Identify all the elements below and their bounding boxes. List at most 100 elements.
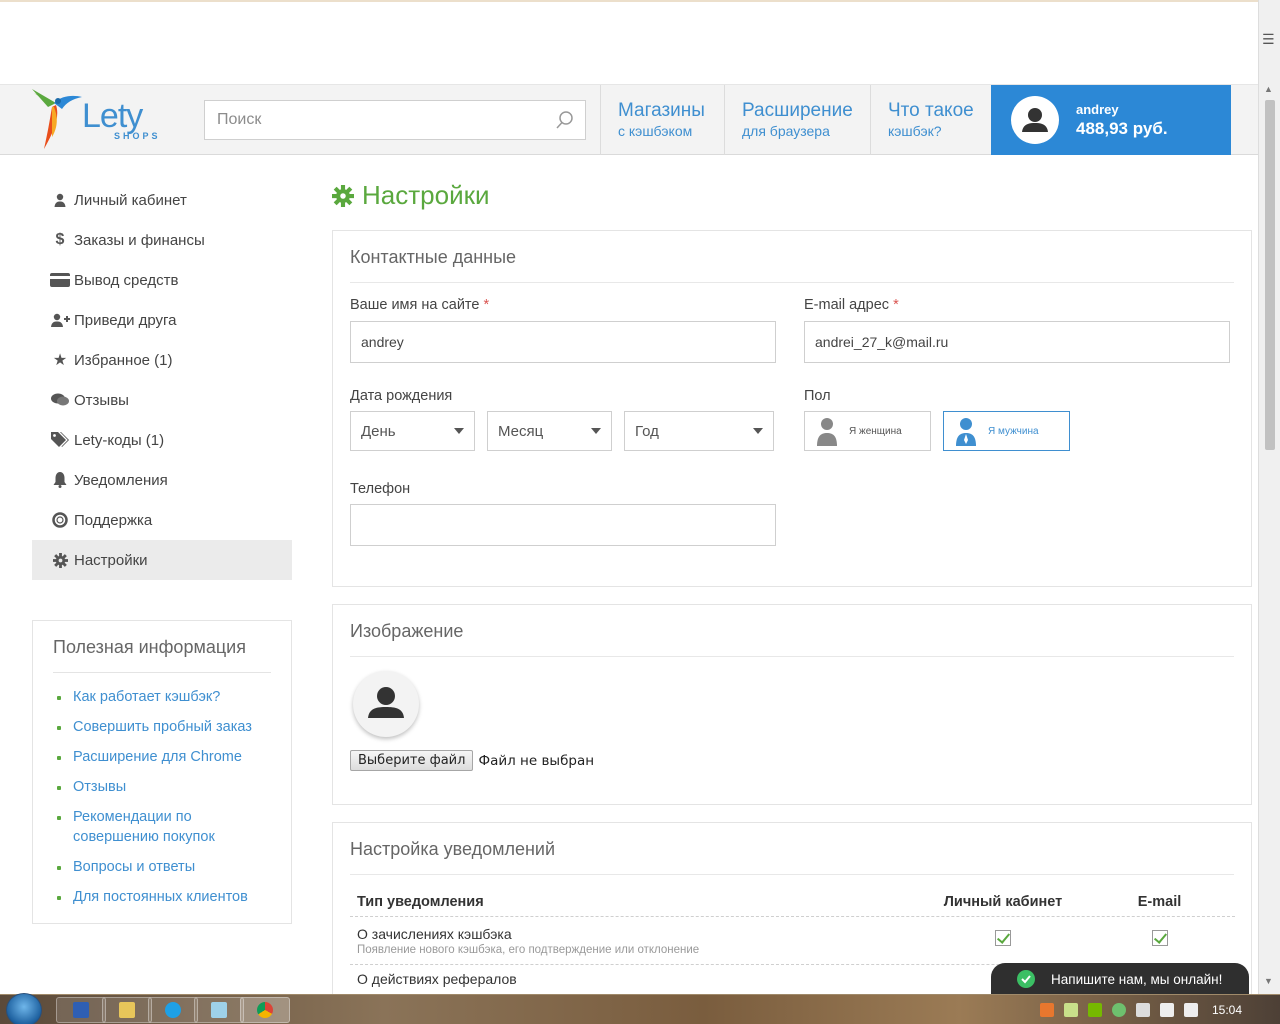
choose-file-button[interactable]: Выберите файл [350,750,474,771]
row-title: О действиях рефералов [357,971,517,987]
taskbar-app-notes[interactable] [194,997,244,1023]
user-balance: 488,93 руб. [1076,119,1168,138]
tray-icon[interactable] [1112,1003,1126,1017]
volume-icon[interactable] [1184,1003,1198,1017]
info-link[interactable]: Расширение для Chrome [53,747,271,767]
useful-info-box: Полезная информация Как работает кэшбэк?… [32,620,292,924]
day-select[interactable]: День [350,411,475,451]
info-link[interactable]: Как работает кэшбэк? [53,687,271,707]
phone-field[interactable] [350,504,776,546]
logo[interactable]: Lety SHOPS [30,87,160,153]
search-input[interactable] [205,101,535,139]
cabinet-checkbox[interactable] [995,930,1011,946]
start-button[interactable] [6,993,42,1024]
comments-icon [47,393,73,407]
taskbar-app-1[interactable] [56,997,106,1023]
nvidia-icon[interactable] [1088,1003,1102,1017]
info-link[interactable]: Отзывы [53,777,271,797]
avatar [353,671,419,737]
sidebar-item-invite[interactable]: Приведи друга [32,300,292,340]
add-user-icon [47,313,73,327]
taskbar-chrome[interactable] [240,997,290,1023]
logo-subtext: SHOPS [114,131,161,141]
star-icon: ★ [52,352,68,369]
info-link[interactable]: Рекомендации по совершению покупок [53,807,243,847]
sidebar-item-settings[interactable]: Настройки [32,540,292,580]
sidebar-menu: Личный кабинет $ Заказы и финансы Вывод … [32,180,292,580]
scroll-up-icon[interactable]: ▲ [1264,84,1273,94]
email-label: E-mail адрес * [804,297,899,313]
col-email: E-mail [1137,893,1182,910]
useful-info-title: Полезная информация [53,637,271,673]
windows-taskbar: 15:04 [0,993,1280,1024]
sidebar-item-favorites[interactable]: ★ Избранное (1) [32,340,292,380]
nav-what-is-cashback[interactable]: Что такое кэшбэк? [870,85,991,155]
col-type: Тип уведомления [357,893,484,910]
settings-gear-icon [332,184,354,207]
table-header: Тип уведомления Личный кабинет E-mail [350,887,1235,917]
nav-extension[interactable]: Расширение для браузера [724,85,870,155]
image-panel-title: Изображение [350,621,1234,657]
page-title-text: Настройки [362,180,490,210]
name-field[interactable]: andrey [350,321,776,363]
tray-icon[interactable] [1064,1003,1078,1017]
sidebar-item-notifications[interactable]: Уведомления [32,460,292,500]
name-label: Ваше имя на сайте * [350,297,490,313]
search-icon[interactable] [555,110,575,130]
chevron-down-icon [454,428,464,434]
sidebar-item-support[interactable]: Поддержка [32,500,292,540]
page-scrollbar[interactable]: ☰ ▲ ▼ [1258,0,1280,994]
useful-info-list: Как работает кэшбэк? Совершить пробный з… [53,687,271,907]
network-icon[interactable] [1160,1003,1174,1017]
nav-shops-title: Магазины [618,100,705,121]
sidebar-item-cabinet[interactable]: Личный кабинет [32,180,292,220]
col-cabinet: Личный кабинет [943,893,1063,910]
gear-icon [47,552,73,568]
info-link[interactable]: Вопросы и ответы [53,857,271,877]
notifications-panel-title: Настройка уведомлений [350,839,1234,875]
bell-icon [47,472,73,488]
contact-panel-title: Контактные данные [350,247,1234,283]
taskbar-explorer[interactable] [102,997,152,1023]
file-status: Файл не выбран [478,752,595,769]
sidebar-item-label: Заказы и финансы [74,231,205,249]
sidebar-item-withdraw[interactable]: Вывод средств [32,260,292,300]
tray-icon[interactable] [1040,1003,1054,1017]
nav-shops-subtitle: с кэшбэком [618,123,693,139]
info-link[interactable]: Совершить пробный заказ [53,717,271,737]
user-icon [47,193,73,207]
menu-icon[interactable]: ☰ [1262,32,1275,48]
nav-shops[interactable]: Магазины с кэшбэком [600,85,724,155]
clock[interactable]: 15:04 [1212,1003,1242,1017]
flag-icon[interactable] [1136,1003,1150,1017]
taskbar-skype[interactable] [148,997,198,1023]
sidebar-item-label: Избранное (1) [74,351,173,369]
sidebar-item-label: Вывод средств [74,271,179,289]
sidebar-item-reviews[interactable]: Отзывы [32,380,292,420]
notes-icon [211,1002,227,1018]
sidebar-item-lety-codes[interactable]: Lety-коды (1) [32,420,292,460]
sidebar-item-orders[interactable]: $ Заказы и финансы [32,220,292,260]
search-box[interactable] [204,100,586,140]
sidebar-item-label: Поддержка [74,511,153,529]
sidebar-item-label: Уведомления [74,471,168,489]
email-checkbox[interactable] [1151,930,1168,946]
male-button[interactable]: Я мужчина [943,411,1070,451]
contact-panel: Контактные данные Ваше имя на сайте * an… [332,230,1252,587]
year-select[interactable]: Год [624,411,774,451]
credit-card-icon [47,273,73,287]
hummingbird-icon [32,89,82,149]
user-account-box[interactable]: andrey 488,93 руб. [991,85,1231,155]
app-icon [73,1002,89,1018]
month-select[interactable]: Месяц [487,411,612,451]
nav-extension-subtitle: для браузера [742,123,830,139]
table-row: О зачислениях кэшбэка Появление нового кэ… [350,917,1235,965]
sidebar-item-label: Настройки [74,551,148,569]
chat-widget[interactable]: Напишите нам, мы онлайн! [991,963,1249,995]
female-button[interactable]: Я женщина [804,411,931,451]
scroll-down-icon[interactable]: ▼ [1264,976,1273,986]
email-field[interactable]: andrei_27_k@mail.ru [804,321,1230,363]
chrome-icon [257,1002,273,1018]
info-link[interactable]: Для постоянных клиентов [53,887,271,907]
scrollbar-thumb[interactable] [1265,100,1275,450]
